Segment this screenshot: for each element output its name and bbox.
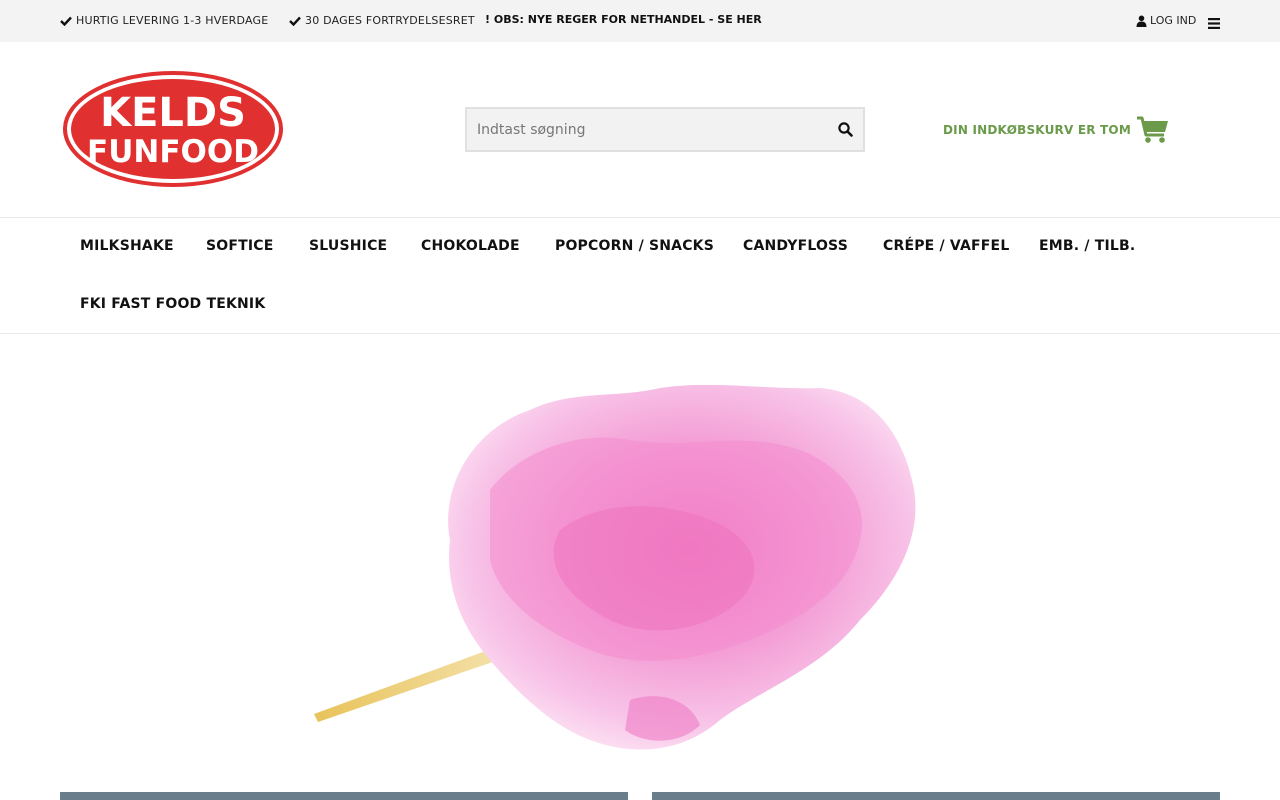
card-header-right	[652, 792, 1220, 800]
site-header: KELDS FUNFOOD DIN INDKØBSKURV ER TOM	[0, 42, 1280, 218]
logo-line2: FUNFOOD	[87, 134, 259, 170]
main-nav: MILKSHAKE SOFTICE SLUSHICE CHOKOLADE POP…	[0, 218, 1280, 334]
search-button[interactable]	[827, 109, 863, 150]
menu-icon[interactable]	[1208, 14, 1220, 29]
nav-item-fki-fast-food-teknik[interactable]: FKI FAST FOOD TEKNIK	[80, 296, 265, 312]
logo-line1: KELDS	[100, 90, 246, 136]
search-icon	[837, 122, 853, 137]
benefit-delivery-label: HURTIG LEVERING 1-3 HVERDAGE	[76, 14, 269, 27]
notice-link[interactable]: ! OBS: NYE REGER FOR NETHANDEL - SE HER	[485, 13, 762, 26]
cart-button[interactable]: DIN INDKØBSKURV ER TOM	[943, 116, 1169, 144]
benefit-return: 30 DAGES FORTRYDELSESRET	[289, 14, 475, 27]
user-icon	[1136, 15, 1147, 27]
benefit-delivery: HURTIG LEVERING 1-3 HVERDAGE	[60, 14, 268, 27]
nav-item-softice[interactable]: SOFTICE	[206, 238, 274, 254]
benefit-return-label: 30 DAGES FORTRYDELSESRET	[305, 14, 475, 27]
cart-label: DIN INDKØBSKURV ER TOM	[943, 123, 1131, 137]
check-icon	[289, 16, 301, 26]
card-header-left	[60, 792, 628, 800]
check-icon	[60, 16, 72, 26]
nav-item-slushice[interactable]: SLUSHICE	[309, 238, 387, 254]
top-bar: HURTIG LEVERING 1-3 HVERDAGE 30 DAGES FO…	[0, 0, 1280, 42]
site-logo[interactable]: KELDS FUNFOOD	[62, 70, 284, 188]
nav-item-milkshake[interactable]: MILKSHAKE	[80, 238, 174, 254]
cart-icon	[1136, 116, 1168, 143]
nav-item-candyfloss[interactable]: CANDYFLOSS	[743, 238, 848, 254]
nav-item-popcorn-snacks[interactable]: POPCORN / SNACKS	[555, 238, 714, 254]
hero-candyfloss-image[interactable]	[300, 370, 940, 770]
nav-item-emb-tilb[interactable]: EMB. / TILB.	[1039, 238, 1135, 254]
nav-item-chokolade[interactable]: CHOKOLADE	[421, 238, 520, 254]
login-label: LOG IND	[1150, 14, 1197, 27]
nav-item-crepe-vaffel[interactable]: CRÉPE / VAFFEL	[883, 238, 1009, 254]
search-bar	[465, 107, 865, 152]
login-link[interactable]: LOG IND	[1136, 14, 1196, 27]
search-input[interactable]	[467, 109, 827, 150]
